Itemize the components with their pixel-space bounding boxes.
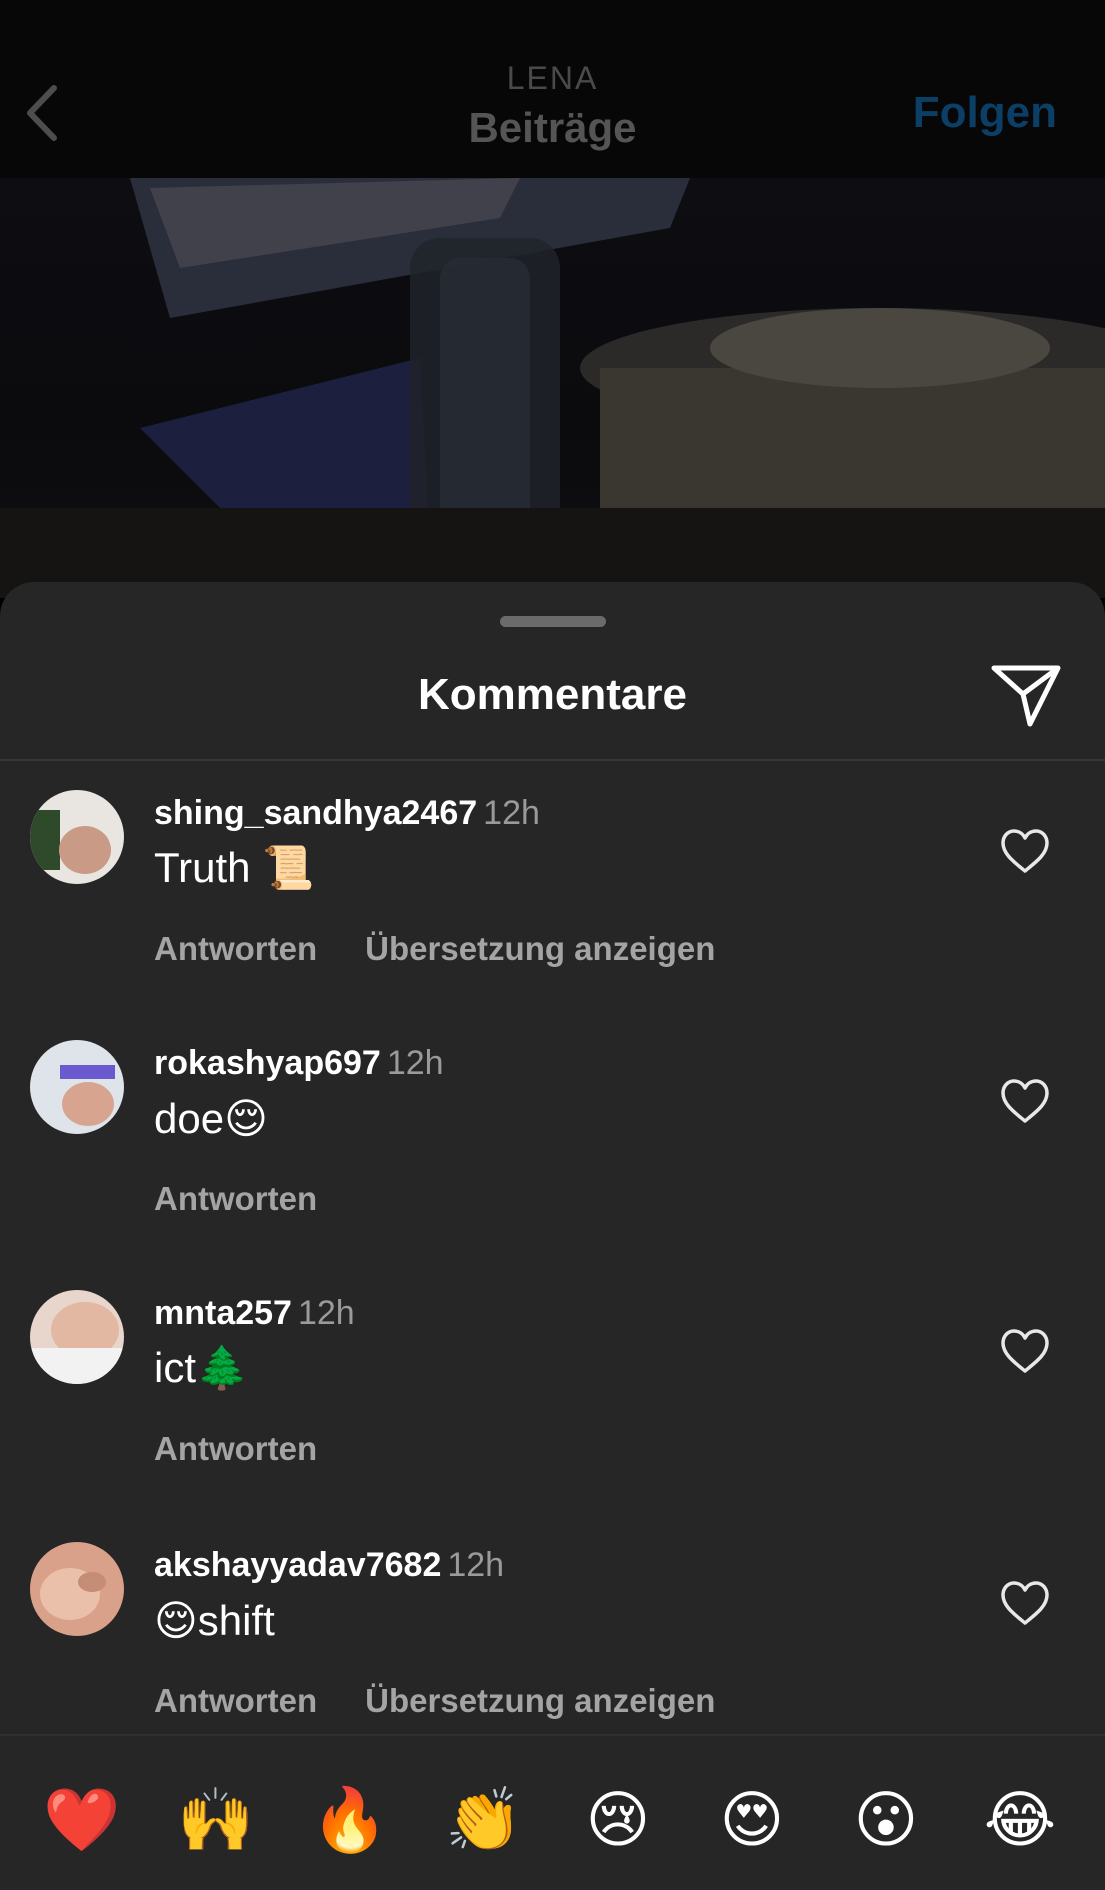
reply-button[interactable]: Antworten <box>154 930 317 967</box>
reaction-bar: ❤️ 🙌 🔥 👏 😢 😍 😮 😂 <box>0 1734 1105 1890</box>
laughing-tears-emoji-button[interactable]: 😂 <box>975 1784 1065 1856</box>
red-heart-emoji-button[interactable]: ❤️ <box>37 1784 127 1856</box>
post-photo <box>0 178 1105 598</box>
surprised-face-emoji-button[interactable]: 😮 <box>841 1784 931 1856</box>
comment-text: ict🌲 <box>154 1344 249 1391</box>
post-image <box>0 178 1105 598</box>
reply-button[interactable]: Antworten <box>154 1682 317 1719</box>
comment-time: 12h <box>386 1044 444 1082</box>
comment-username[interactable]: mnta257 <box>154 1294 292 1332</box>
crying-face-emoji-button[interactable]: 😢 <box>573 1784 663 1856</box>
sheet-divider <box>0 759 1105 761</box>
comment-username[interactable]: shing_sandhya2467 <box>154 794 477 832</box>
raising-hands-emoji-button[interactable]: 🙌 <box>171 1784 261 1856</box>
comment-time: 12h <box>297 1294 355 1332</box>
follow-button[interactable]: Folgen <box>913 88 1057 138</box>
sheet-grabber[interactable] <box>500 616 606 627</box>
sheet-title: Kommentare <box>418 670 687 719</box>
comment-item: mnta257 12h ict🌲 Antworten <box>0 1290 1105 1520</box>
reply-button[interactable]: Antworten <box>154 1430 317 1467</box>
comment-text: doe😌 <box>154 1095 268 1142</box>
top-bar: LENA Beiträge Folgen <box>0 0 1105 178</box>
heart-eyes-emoji-button[interactable]: 😍 <box>707 1784 797 1856</box>
avatar[interactable] <box>30 1542 124 1636</box>
comment-time: 12h <box>447 1546 505 1584</box>
comment-time: 12h <box>483 794 540 832</box>
heart-outline-icon[interactable] <box>1000 1078 1050 1124</box>
fire-emoji-button[interactable]: 🔥 <box>305 1784 395 1856</box>
translate-button[interactable]: Übersetzung anzeigen <box>365 930 715 967</box>
paper-plane-icon[interactable] <box>990 662 1062 728</box>
heart-outline-icon[interactable] <box>1000 1328 1050 1374</box>
comment-text: 😌shift <box>154 1597 275 1644</box>
comment-item: rokashyap697 12h doe😌 Antworten <box>0 1040 1105 1270</box>
reply-button[interactable]: Antworten <box>154 1180 317 1217</box>
clapping-hands-emoji-button[interactable]: 👏 <box>439 1784 529 1856</box>
translate-button[interactable]: Übersetzung anzeigen <box>365 1682 715 1719</box>
avatar[interactable] <box>30 1040 124 1134</box>
comment-text: Truth 📜 <box>154 844 315 891</box>
comment-item: shing_sandhya2467 12h Truth 📜 Antworten Üb… <box>0 790 1105 1020</box>
heart-outline-icon[interactable] <box>1000 828 1050 874</box>
comment-username[interactable]: akshayyadav7682 <box>154 1546 441 1584</box>
avatar[interactable] <box>30 790 124 884</box>
heart-outline-icon[interactable] <box>1000 1580 1050 1626</box>
comment-username[interactable]: rokashyap697 <box>154 1044 381 1082</box>
avatar[interactable] <box>30 1290 124 1384</box>
